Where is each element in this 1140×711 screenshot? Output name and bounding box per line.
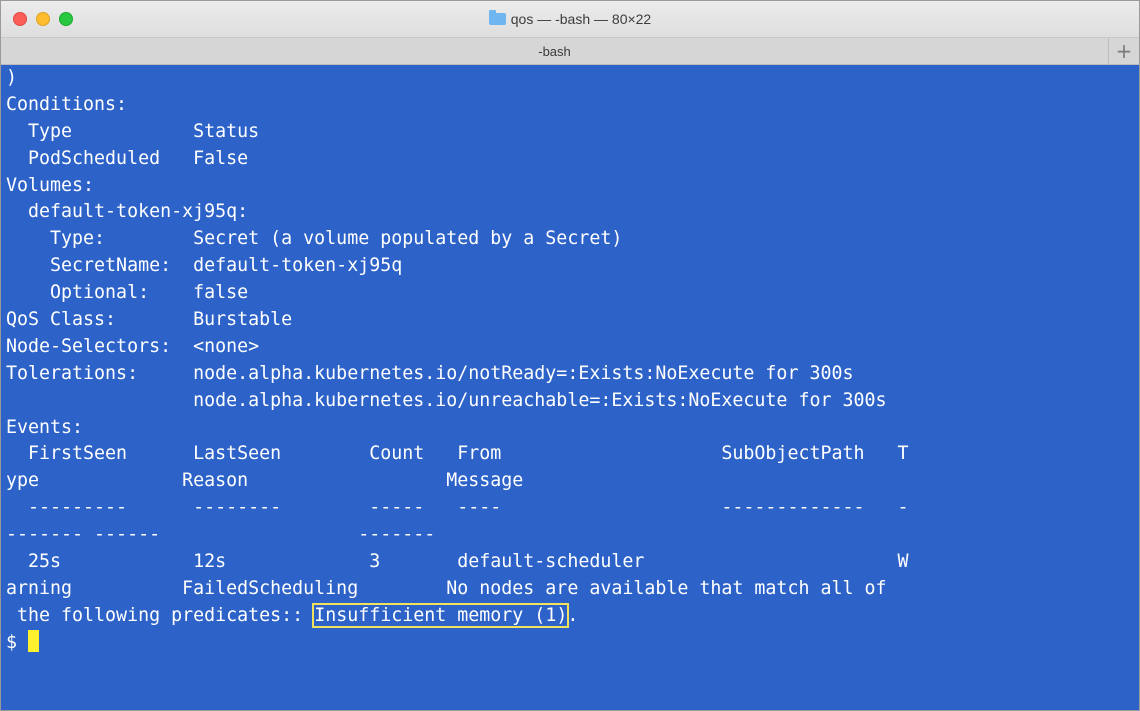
tab-bash[interactable]: -bash <box>1 38 1108 64</box>
terminal-line: --------- -------- ----- ---- ----------… <box>6 497 909 519</box>
terminal-line: Tolerations: node.alpha.kubernetes.io/no… <box>6 362 854 384</box>
terminal-line: Node-Selectors: <none> <box>6 335 260 357</box>
new-tab-button[interactable]: + <box>1108 38 1139 64</box>
folder-icon <box>488 10 506 25</box>
plus-icon: + <box>1115 39 1133 63</box>
terminal-line: Type Status <box>6 120 260 142</box>
error-suffix: . <box>567 604 579 626</box>
terminal-line: Events: <box>6 416 84 438</box>
error-prefix: the following predicates:: <box>6 604 315 626</box>
prompt-line[interactable]: $ <box>6 629 1139 657</box>
tab-bar: -bash + <box>1 38 1139 65</box>
terminal-line: SecretName: default-token-xj95q <box>6 255 403 277</box>
terminal-line: Type: Secret (a volume populated by a Se… <box>6 228 623 250</box>
terminal-line: FirstSeen LastSeen Count From SubObjectP… <box>6 443 909 465</box>
window-title-text: qos — -bash — 80×22 <box>510 11 652 27</box>
terminal-output[interactable]: ) Conditions: Type Status PodScheduled F… <box>1 65 1139 710</box>
terminal-line: default-token-xj95q: <box>6 201 249 223</box>
tab-label: -bash <box>538 43 571 59</box>
terminal-line: Optional: false <box>6 282 249 304</box>
terminal-line: arning FailedScheduling No nodes are ava… <box>6 577 887 599</box>
insufficient-memory-highlight: Insufficient memory (1) <box>312 602 570 628</box>
shell-prompt: $ <box>6 631 29 653</box>
terminal-line: node.alpha.kubernetes.io/unreachable=:Ex… <box>6 389 887 411</box>
terminal-line: ------- ------ ------- <box>6 524 436 546</box>
terminal-line: Volumes: <box>6 174 95 196</box>
terminal-window: qos — -bash — 80×22 -bash + ) Conditions… <box>0 0 1140 711</box>
terminal-line: Conditions: <box>6 93 128 115</box>
window-title: qos — -bash — 80×22 <box>1 1 1139 37</box>
terminal-line: QoS Class: Burstable <box>6 309 293 331</box>
terminal-line: ) <box>6 67 18 88</box>
terminal-line: PodScheduled False <box>6 147 249 169</box>
title-bar: qos — -bash — 80×22 <box>1 1 1139 38</box>
terminal-line: ype Reason Message <box>6 470 524 492</box>
terminal-line: 25s 12s 3 default-scheduler W <box>6 551 909 573</box>
terminal-line-error: the following predicates:: Insufficient … <box>6 602 1139 630</box>
text-cursor <box>28 629 40 652</box>
